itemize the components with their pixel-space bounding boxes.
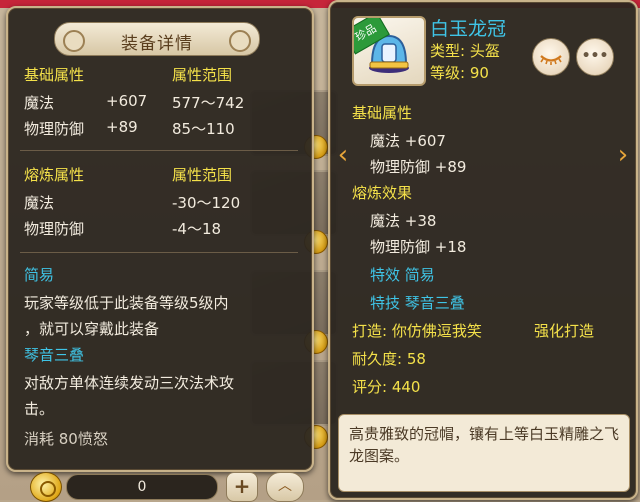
item-level: 等级: 90 bbox=[430, 64, 489, 82]
enhance-line: 强化打造 bbox=[534, 322, 595, 340]
attr-name: 魔法 bbox=[24, 94, 55, 112]
range-header: 属性范围 bbox=[172, 66, 233, 84]
attr-value: +89 bbox=[106, 118, 138, 136]
refine-attr-name: 魔法 bbox=[24, 194, 55, 212]
item-info-panel: 珍品 白玉龙冠 类型: 头盔 等级: 90 ••• ‹ › 基础属性 魔法 +6… bbox=[328, 0, 638, 500]
attr-value: +607 bbox=[106, 92, 148, 110]
base-attr-header: 基础属性 bbox=[24, 66, 85, 84]
title-ornament-icon bbox=[229, 30, 251, 52]
bottom-currency-bar: 0 + ︿ bbox=[30, 472, 316, 502]
base-attr: 物理防御 +89 bbox=[370, 158, 467, 176]
eye-closed-icon bbox=[540, 55, 562, 65]
special-effect-desc: 玩家等级低于此装备等级5级内 bbox=[24, 294, 229, 312]
base-attr-header: 基础属性 bbox=[352, 104, 413, 122]
special-effect-desc: ，就可以穿戴此装备 bbox=[24, 320, 160, 338]
next-item-arrow[interactable]: › bbox=[612, 138, 634, 172]
add-button[interactable]: + bbox=[226, 472, 258, 502]
score-line: 评分: 440 bbox=[352, 378, 421, 396]
refine-attr: 物理防御 +18 bbox=[370, 238, 467, 256]
special-effect-name: 简易 bbox=[24, 266, 55, 284]
coin-icon[interactable] bbox=[30, 472, 62, 502]
attr-range: 85～110 bbox=[172, 120, 235, 138]
maker-line: 打造: 你仿佛逗我笑 bbox=[352, 322, 482, 340]
special-skill-line: 特技 琴音三叠 bbox=[370, 294, 465, 312]
item-type: 类型: 头盔 bbox=[430, 42, 500, 60]
item-description: 高贵雅致的冠帽，镶有上等白玉精雕之飞龙图案。 bbox=[349, 425, 620, 465]
special-skill-desc: 击。 bbox=[24, 400, 55, 418]
item-name: 白玉龙冠 bbox=[430, 18, 507, 40]
section-divider bbox=[20, 150, 298, 151]
section-divider bbox=[20, 252, 298, 253]
special-skill-desc: 对敌方单体连续发动三次法术攻 bbox=[24, 374, 235, 392]
skill-cost: 消耗 80愤怒 bbox=[24, 430, 108, 448]
special-effect-line: 特效 简易 bbox=[370, 266, 435, 284]
equipment-detail-panel: 装备详情 基础属性 属性范围 魔法 +607 577～742 物理防御 +89 … bbox=[6, 6, 314, 472]
refine-attr-range: -4～18 bbox=[172, 220, 222, 238]
base-attr: 魔法 +607 bbox=[370, 132, 446, 150]
helmet-item-icon: 珍品 bbox=[352, 16, 426, 86]
panel-title-tab: 装备详情 bbox=[54, 22, 260, 56]
refine-attr-name: 物理防御 bbox=[24, 220, 85, 238]
expand-up-button[interactable]: ︿ bbox=[266, 472, 304, 502]
more-options-button[interactable]: ••• bbox=[576, 38, 614, 76]
special-skill-name: 琴音三叠 bbox=[24, 346, 85, 364]
preview-button[interactable] bbox=[532, 38, 570, 76]
refine-attr: 魔法 +38 bbox=[370, 212, 437, 230]
refine-effect-header: 熔炼效果 bbox=[352, 184, 413, 202]
durability-line: 耐久度: 58 bbox=[352, 350, 426, 368]
prev-item-arrow[interactable]: ‹ bbox=[332, 138, 354, 172]
quantity-field[interactable]: 0 bbox=[66, 474, 218, 500]
refine-attr-header: 熔炼属性 bbox=[24, 166, 85, 184]
attr-range: 577～742 bbox=[172, 94, 245, 112]
refine-attr-range: -30～120 bbox=[172, 194, 241, 212]
refine-range-header: 属性范围 bbox=[172, 166, 233, 184]
item-description-box: 高贵雅致的冠帽，镶有上等白玉精雕之飞龙图案。 bbox=[338, 414, 630, 492]
attr-name: 物理防御 bbox=[24, 120, 85, 138]
